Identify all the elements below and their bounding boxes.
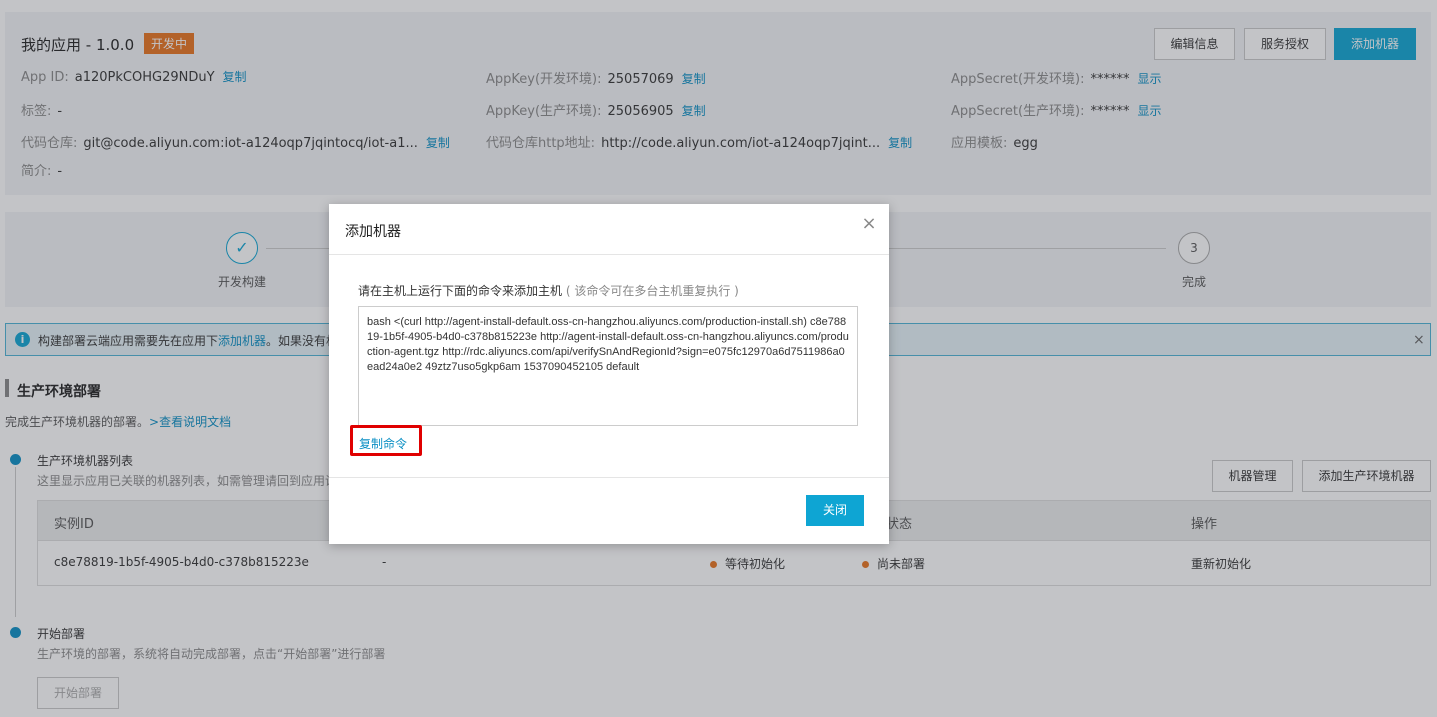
- modal-title: 添加机器: [345, 224, 401, 240]
- modal-header: 添加机器 ×: [329, 204, 889, 255]
- close-button[interactable]: 关闭: [806, 495, 864, 526]
- modal-description: 请在主机上运行下面的命令来添加主机 ( 该命令可在多台主机重复执行 ): [358, 282, 739, 299]
- copy-command-highlight: 复制命令: [350, 425, 422, 456]
- modal-desc-note: ( 该命令可在多台主机重复执行 ): [565, 284, 739, 298]
- close-icon[interactable]: ×: [861, 215, 877, 233]
- add-machine-dialog: 添加机器 × 请在主机上运行下面的命令来添加主机 ( 该命令可在多台主机重复执行…: [329, 204, 889, 544]
- copy-command-link[interactable]: 复制命令: [359, 435, 407, 452]
- modal-desc-text: 请在主机上运行下面的命令来添加主机: [358, 284, 563, 298]
- command-textarea[interactable]: bash <(curl http://agent-install-default…: [358, 306, 858, 426]
- modal-footer-divider: [329, 477, 889, 478]
